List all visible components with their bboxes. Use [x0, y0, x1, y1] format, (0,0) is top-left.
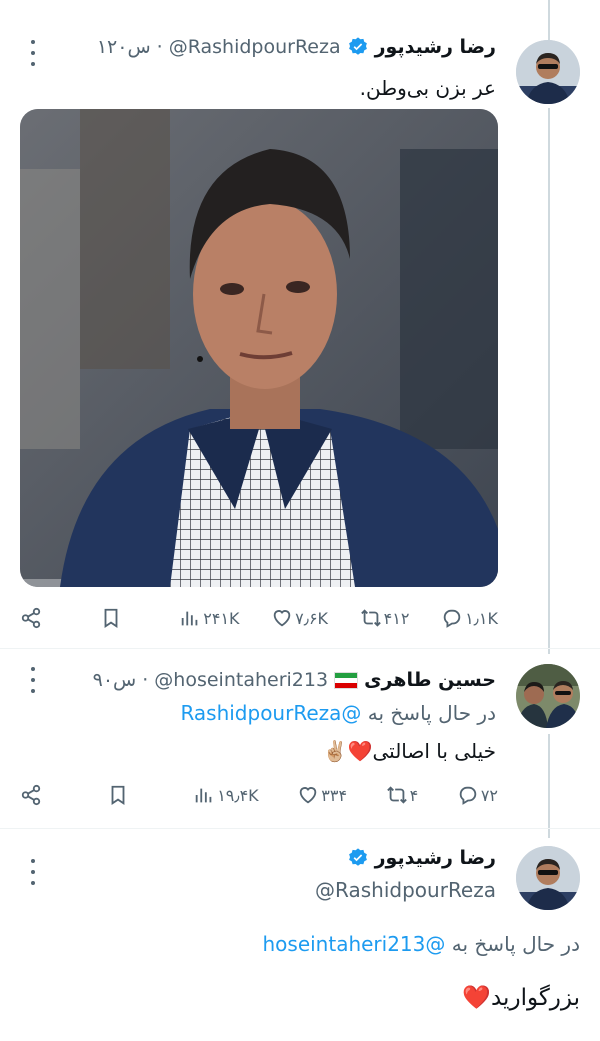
reply-icon [459, 786, 477, 805]
mention-link[interactable]: @hoseintaheri213 [262, 932, 445, 956]
author-handle[interactable]: @hoseintaheri213 [154, 669, 328, 691]
tweet-text-line: بزرگوارید❤️ [462, 984, 580, 1011]
timestamp[interactable]: ۹۰س [93, 669, 137, 691]
tweet-text: خیلی با اصالتی [372, 739, 497, 763]
iran-flag-icon [334, 671, 359, 689]
retweet-count: ۴ [409, 785, 419, 805]
thread-line-1 [548, 108, 550, 654]
avatar[interactable] [516, 40, 580, 104]
share-button[interactable] [20, 784, 68, 806]
author-name[interactable]: رضا رشیدپور [375, 36, 496, 58]
heart-icon [273, 610, 291, 627]
tweet-header: رضا رشیدپور @RashidpourReza · ۱۲۰س [97, 36, 496, 58]
reply-button[interactable]: ۷۲ [457, 784, 498, 806]
more-options-icon[interactable] [22, 40, 44, 66]
tweet-text-line: خیلی با اصالتی❤️✌🏼 [323, 739, 496, 763]
replying-to-line: در حال پاسخ به @hoseintaheri213 [262, 932, 580, 956]
like-count: ۷٫۶K [295, 608, 329, 628]
retweet-button[interactable]: ۴ [386, 784, 419, 806]
tweet-divider [0, 648, 600, 649]
avatar[interactable] [516, 664, 580, 728]
heart-emoji: ❤️ [462, 985, 491, 1011]
tweet-actions: ۱٫۱K ۴۱۲ ۷٫۶K ۲۴۱K [20, 601, 498, 635]
separator-dot: · [142, 669, 149, 691]
more-options-icon[interactable] [22, 859, 44, 885]
thread-line-2 [548, 734, 550, 838]
mention-link[interactable]: @RashidpourReza [180, 701, 361, 725]
bookmark-icon [111, 785, 125, 805]
views-count: ۱۹٫۴K [217, 785, 259, 805]
tweet-text: بزرگوارید [490, 985, 580, 1011]
bookmark-icon [104, 608, 118, 628]
avatar[interactable] [516, 846, 580, 910]
reply-count: ۱٫۱K [465, 608, 498, 628]
separator-dot: · [156, 36, 163, 58]
verified-badge-icon [348, 848, 367, 866]
tweet-header: حسین طاهری @hoseintaheri213 · ۹۰س [93, 669, 496, 691]
views-button[interactable]: ۲۴۱K [179, 607, 240, 629]
replying-prefix: در حال پاسخ به [451, 932, 580, 956]
bookmark-button[interactable] [100, 607, 148, 629]
retweet-icon [360, 609, 381, 627]
replying-prefix: در حال پاسخ به [367, 701, 496, 725]
reply-count: ۷۲ [480, 785, 498, 805]
like-count: ۳۳۴ [321, 785, 348, 805]
bookmark-button[interactable] [107, 784, 155, 806]
views-count: ۲۴۱K [203, 608, 240, 628]
verified-badge-icon [348, 37, 367, 55]
share-icon [21, 784, 41, 806]
tweet-header: رضا رشیدپور [347, 847, 496, 869]
views-button[interactable]: ۱۹٫۴K [193, 784, 259, 806]
retweet-count: ۴۱۲ [383, 608, 410, 628]
tweet-media-image[interactable] [20, 109, 498, 587]
thread-line-top [548, 0, 550, 40]
share-button[interactable] [20, 607, 68, 629]
reply-icon [443, 609, 461, 628]
author-name[interactable]: حسین طاهری [364, 669, 496, 691]
views-icon [195, 788, 212, 803]
author-name[interactable]: رضا رشیدپور [375, 847, 496, 869]
more-options-icon[interactable] [22, 667, 44, 693]
reply-button[interactable]: ۱٫۱K [441, 607, 498, 629]
like-button[interactable]: ۷٫۶K [271, 607, 328, 629]
retweet-button[interactable]: ۴۱۲ [360, 607, 410, 629]
tweet-text: عر بزن بی‌وطن. [359, 76, 496, 100]
share-icon [21, 607, 41, 629]
retweet-icon [386, 786, 407, 804]
timestamp[interactable]: ۱۲۰س [97, 36, 151, 58]
tweet-emojis: ❤️✌🏼 [322, 739, 373, 763]
like-button[interactable]: ۳۳۴ [297, 784, 347, 806]
author-handle[interactable]: @RashidpourReza [169, 36, 341, 58]
tweet-divider [0, 828, 600, 829]
author-handle[interactable]: @RashidpourReza [315, 878, 496, 902]
tweet-actions: ۷۲ ۴ ۳۳۴ ۱۹٫۴K [20, 778, 498, 812]
heart-icon [300, 787, 317, 804]
views-icon [182, 611, 198, 626]
replying-to-line: در حال پاسخ به @RashidpourReza [180, 701, 496, 725]
